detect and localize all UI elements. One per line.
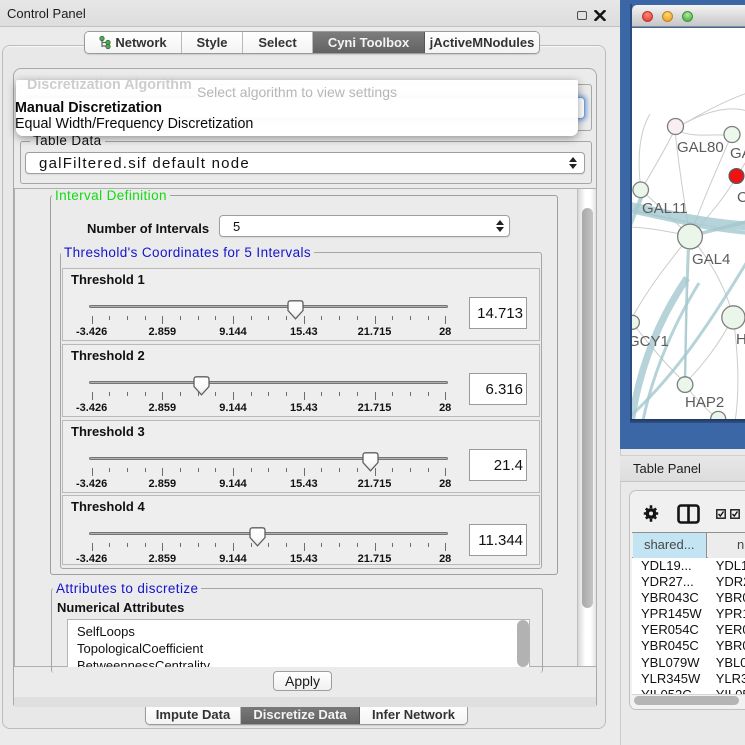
svg-text:HAP2: HAP2 xyxy=(685,394,724,411)
svg-text:GA: GA xyxy=(730,145,745,162)
svg-text:H: H xyxy=(736,331,745,348)
svg-text:GAL4: GAL4 xyxy=(692,251,730,268)
svg-text:C: C xyxy=(737,189,745,206)
svg-text:GAL11: GAL11 xyxy=(642,200,688,217)
svg-text:GCY1: GCY1 xyxy=(632,333,669,350)
svg-text:GAL80: GAL80 xyxy=(677,139,724,156)
